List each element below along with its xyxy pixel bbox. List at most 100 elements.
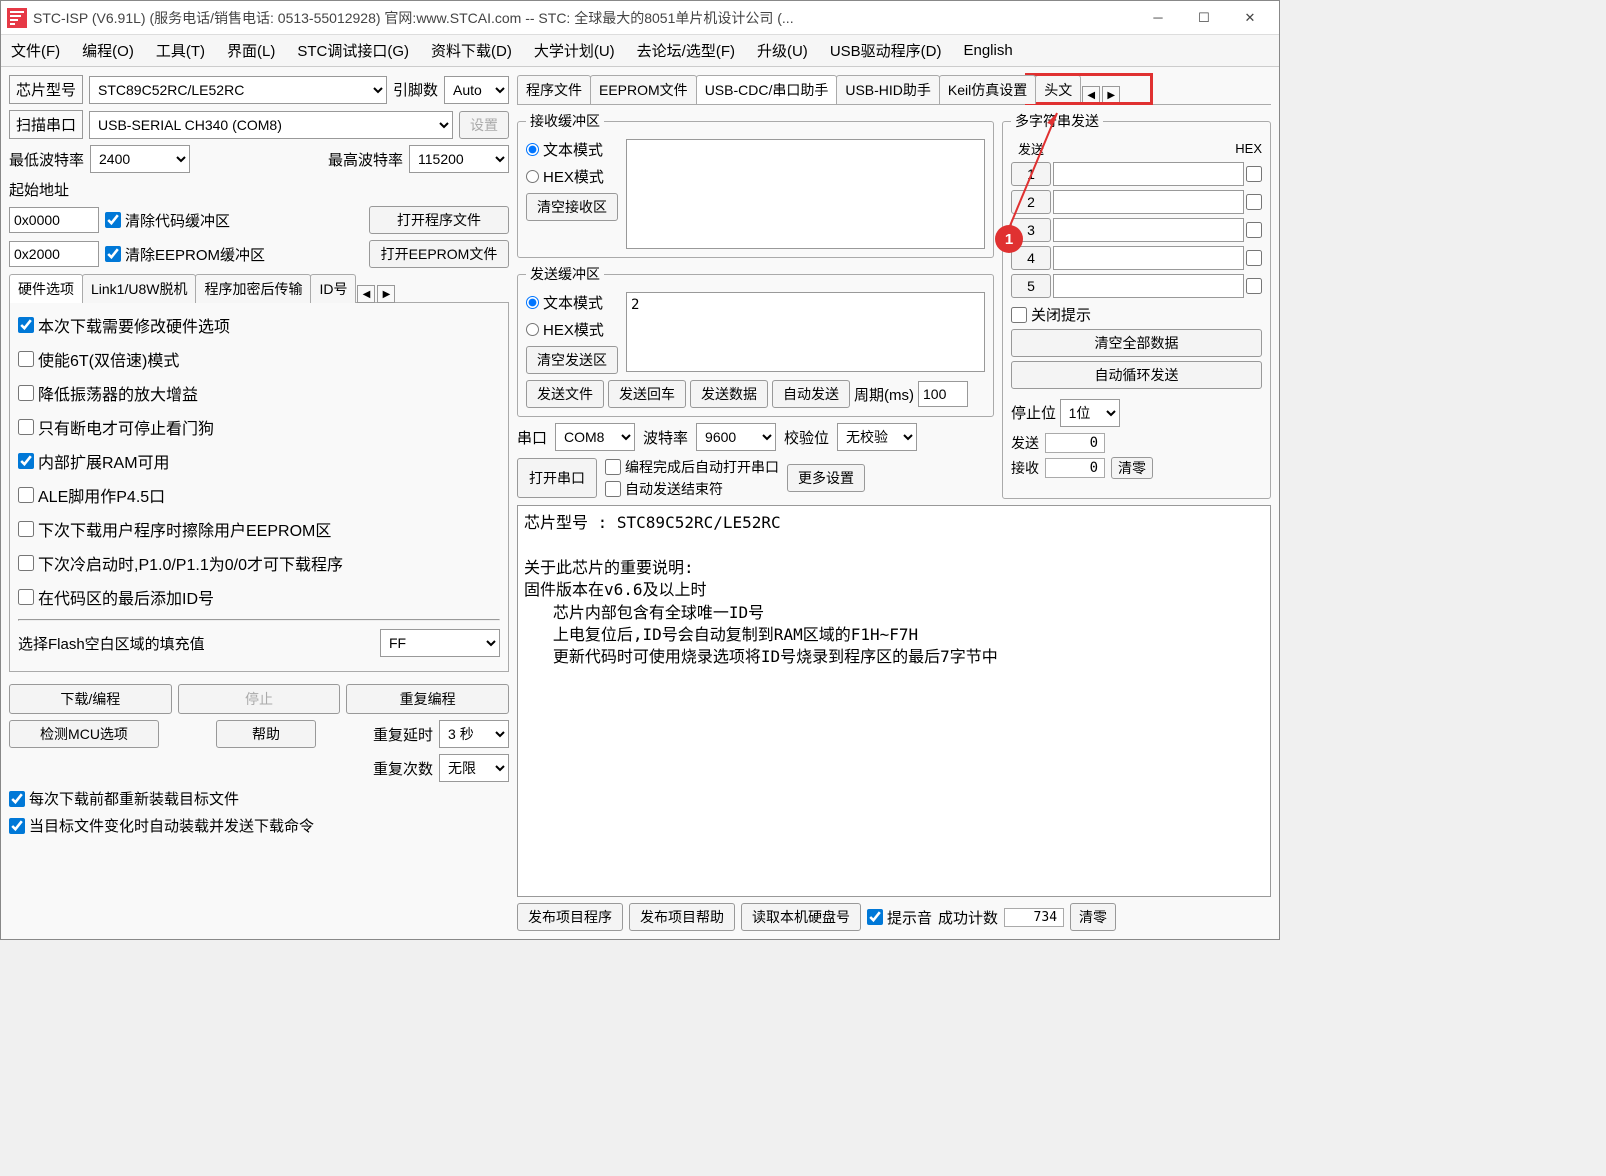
tx-textarea[interactable]: 2 [626, 292, 985, 372]
multi-hex-3[interactable] [1246, 222, 1262, 238]
tab-id[interactable]: ID号 [310, 274, 356, 303]
tab-usb-hid[interactable]: USB-HID助手 [836, 75, 940, 104]
reload-each-checkbox[interactable] [9, 791, 25, 807]
download-program-button[interactable]: 下载/编程 [9, 684, 172, 714]
close-hint-checkbox[interactable] [1011, 307, 1027, 323]
chip-select[interactable]: STC89C52RC/LE52RC [89, 76, 387, 104]
menu-file[interactable]: 文件(F) [7, 36, 64, 65]
menu-forum[interactable]: 去论坛/选型(F) [633, 36, 739, 65]
serial-port-select[interactable]: COM8 [555, 423, 635, 451]
flash-fill-select[interactable]: FF [380, 629, 500, 657]
tx-hex-radio[interactable] [526, 323, 539, 336]
addr2-input[interactable] [9, 241, 99, 267]
open-program-button[interactable]: 打开程序文件 [369, 206, 509, 234]
read-hdd-button[interactable]: 读取本机硬盘号 [741, 903, 861, 931]
clear-tx-button[interactable]: 清空发送区 [526, 346, 618, 374]
tab-next-icon[interactable]: ▶ [377, 285, 395, 303]
redelay-select[interactable]: 3 秒 [439, 720, 509, 748]
open-serial-button[interactable]: 打开串口 [517, 458, 597, 498]
send-cr-button[interactable]: 发送回车 [608, 380, 686, 408]
multi-send-5[interactable]: 5 [1011, 274, 1051, 298]
clear-all-multi-button[interactable]: 清空全部数据 [1011, 329, 1262, 357]
clear-count-button[interactable]: 清零 [1111, 457, 1153, 479]
multi-hex-4[interactable] [1246, 250, 1262, 266]
multi-text-2[interactable] [1053, 190, 1244, 214]
multi-text-4[interactable] [1053, 246, 1244, 270]
menu-english[interactable]: English [959, 38, 1016, 63]
multi-hex-2[interactable] [1246, 194, 1262, 210]
menu-stc-debug[interactable]: STC调试接口(G) [293, 36, 413, 65]
clear-rx-button[interactable]: 清空接收区 [526, 193, 618, 221]
menu-interface[interactable]: 界面(L) [223, 36, 279, 65]
more-settings-button[interactable]: 更多设置 [787, 464, 865, 492]
log-textarea[interactable]: 芯片型号 : STC89C52RC/LE52RC 关于此芯片的重要说明: 固件版… [517, 505, 1271, 897]
period-input[interactable] [918, 381, 968, 407]
multi-send-2[interactable]: 2 [1011, 190, 1051, 214]
stop-button[interactable]: 停止 [178, 684, 341, 714]
sound-checkbox[interactable] [867, 909, 883, 925]
min-baud-select[interactable]: 2400 [90, 145, 190, 173]
release-help-button[interactable]: 发布项目帮助 [629, 903, 735, 931]
multi-hex-1[interactable] [1246, 166, 1262, 182]
hw-opt-4-checkbox[interactable] [18, 453, 34, 469]
auto-end-checkbox[interactable] [605, 481, 621, 497]
multi-hex-5[interactable] [1246, 278, 1262, 294]
tab-link1[interactable]: Link1/U8W脱机 [82, 274, 196, 303]
pin-select[interactable]: Auto [444, 76, 509, 104]
maximize-button[interactable]: ☐ [1181, 1, 1227, 35]
release-program-button[interactable]: 发布项目程序 [517, 903, 623, 931]
settings-button[interactable]: 设置 [459, 111, 509, 139]
tab-prev-icon[interactable]: ◀ [357, 285, 375, 303]
hw-opt-6-checkbox[interactable] [18, 521, 34, 537]
tab-usb-cdc[interactable]: USB-CDC/串口助手 [696, 75, 838, 104]
hw-opt-1-checkbox[interactable] [18, 351, 34, 367]
stopbit-select[interactable]: 1位 [1060, 399, 1120, 427]
addr1-input[interactable] [9, 207, 99, 233]
tx-text-radio[interactable] [526, 296, 539, 309]
port-select[interactable]: USB-SERIAL CH340 (COM8) [89, 111, 453, 139]
serial-parity-select[interactable]: 无校验 [837, 423, 917, 451]
menu-tool[interactable]: 工具(T) [152, 36, 209, 65]
recount-select[interactable]: 无限 [439, 754, 509, 782]
menu-university[interactable]: 大学计划(U) [530, 36, 619, 65]
auto-send-cmd-checkbox[interactable] [9, 818, 25, 834]
tab-eeprom-file[interactable]: EEPROM文件 [590, 75, 697, 104]
hw-opt-8-checkbox[interactable] [18, 589, 34, 605]
send-file-button[interactable]: 发送文件 [526, 380, 604, 408]
serial-baud-select[interactable]: 9600 [696, 423, 776, 451]
minimize-button[interactable]: ─ [1135, 1, 1181, 35]
detect-mcu-button[interactable]: 检测MCU选项 [9, 720, 159, 748]
tab-keil[interactable]: Keil仿真设置 [939, 75, 1036, 104]
close-button[interactable]: ✕ [1227, 1, 1273, 35]
clear-code-checkbox[interactable] [105, 212, 121, 228]
reprogram-button[interactable]: 重复编程 [346, 684, 509, 714]
rx-text-radio[interactable] [526, 143, 539, 156]
max-baud-select[interactable]: 115200 [409, 145, 509, 173]
clear-success-button[interactable]: 清零 [1070, 903, 1116, 931]
menu-usb-driver[interactable]: USB驱动程序(D) [826, 36, 946, 65]
tab-hardware[interactable]: 硬件选项 [9, 274, 83, 303]
auto-open-serial-checkbox[interactable] [605, 459, 621, 475]
tab-program-file[interactable]: 程序文件 [517, 75, 591, 104]
multi-text-3[interactable] [1053, 218, 1244, 242]
hw-opt-3-checkbox[interactable] [18, 419, 34, 435]
hw-opt-2-checkbox[interactable] [18, 385, 34, 401]
auto-send-button[interactable]: 自动发送 [772, 380, 850, 408]
auto-cycle-button[interactable]: 自动循环发送 [1011, 361, 1262, 389]
menu-program[interactable]: 编程(O) [78, 36, 138, 65]
hw-opt-7-checkbox[interactable] [18, 555, 34, 571]
menu-download[interactable]: 资料下载(D) [427, 36, 516, 65]
menu-upgrade[interactable]: 升级(U) [753, 36, 812, 65]
send-data-button[interactable]: 发送数据 [690, 380, 768, 408]
multi-text-1[interactable] [1053, 162, 1244, 186]
rx-textarea[interactable] [626, 139, 985, 249]
tab-encrypt[interactable]: 程序加密后传输 [195, 274, 311, 303]
multi-send-1[interactable]: 1 [1011, 162, 1051, 186]
rx-hex-radio[interactable] [526, 170, 539, 183]
help-button[interactable]: 帮助 [216, 720, 316, 748]
hw-opt-5-checkbox[interactable] [18, 487, 34, 503]
hw-opt-0-checkbox[interactable] [18, 317, 34, 333]
open-eeprom-button[interactable]: 打开EEPROM文件 [369, 240, 509, 268]
clear-eeprom-checkbox[interactable] [105, 246, 121, 262]
multi-text-5[interactable] [1053, 274, 1244, 298]
